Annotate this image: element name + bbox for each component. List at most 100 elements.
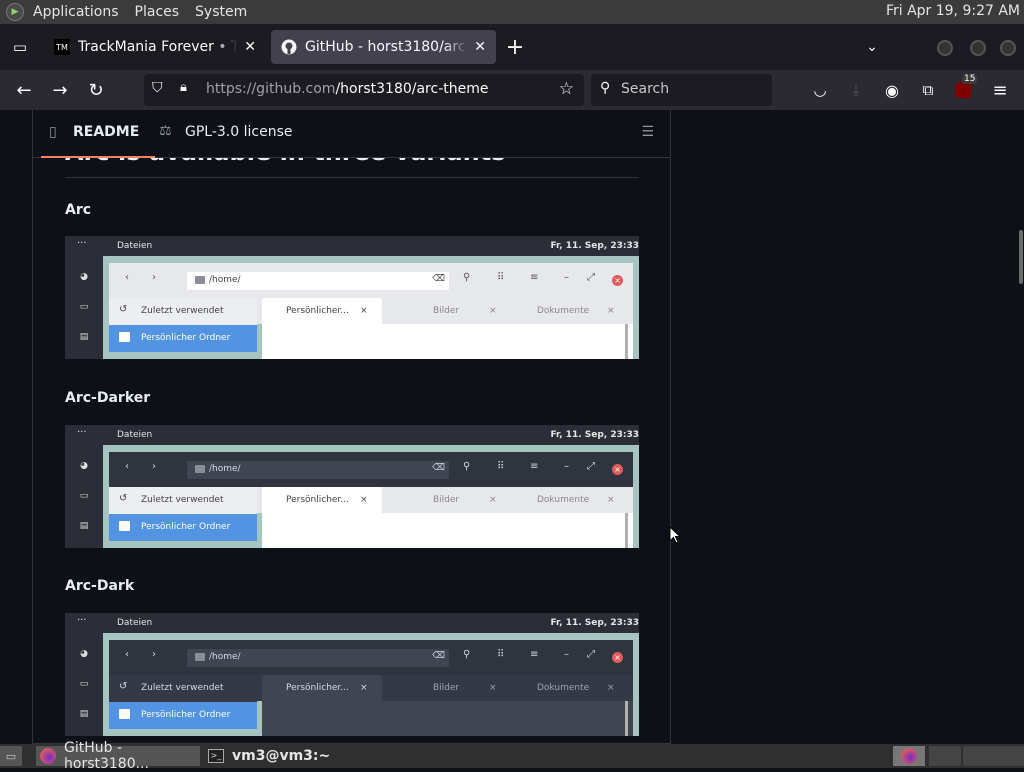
pocket-icon[interactable]: ◡ — [808, 78, 832, 102]
workspace-3[interactable] — [963, 746, 1024, 766]
variant-heading-arc-darker: Arc-Darker — [65, 390, 151, 406]
grid-view-icon: ⠿ — [497, 461, 505, 472]
file-tab-bilder: Bilder × — [433, 495, 497, 505]
close-tab-icon[interactable]: ✕ — [244, 39, 256, 55]
back-icon: ‹ — [125, 272, 129, 283]
app-menu-icon[interactable]: ≡ — [988, 78, 1012, 102]
terminal-icon: >_ — [208, 749, 224, 763]
path-text: /home/ — [209, 275, 241, 285]
file-tab-home: Persönlicher... × — [262, 298, 382, 324]
minimize-icon: – — [564, 272, 569, 283]
recent-icon: ↺ — [119, 493, 128, 504]
maximize-icon: ⤢ — [587, 461, 595, 472]
distro-logo-icon[interactable]: ▶ — [6, 3, 24, 21]
close-icon: × — [612, 652, 623, 663]
scrollbar-thumb[interactable] — [1019, 230, 1023, 284]
dock-app-icon: ◕ — [80, 461, 88, 471]
dock-terminal-icon: ▭ — [79, 302, 89, 312]
search-icon: ⚲ — [463, 461, 471, 472]
place-recent: ↺ Zuletzt verwendet — [119, 493, 224, 505]
tab-github[interactable]: GitHub - horst3180/arc-theme ✕ — [271, 30, 496, 64]
file-tab-dokumente: Dokumente × — [537, 683, 615, 693]
lock-icon[interactable]: 🔒︎ — [180, 80, 187, 95]
tab-trackmania[interactable]: TM TrackMania Forever • The M ✕ — [44, 30, 266, 64]
dock: ◕ ▭ ▤ — [65, 445, 103, 548]
shield-icon[interactable]: ⛉ — [152, 80, 163, 96]
search-input[interactable]: ⚲ Search — [591, 74, 772, 106]
back-icon: ‹ — [125, 649, 129, 660]
file-manager-window: ‹ › /home/ ⌫ ⚲ ⠿ ≡ – ⤢ × ↺ Zuletzt verwen… — [103, 633, 639, 736]
new-tab-button[interactable]: + — [503, 35, 527, 60]
nav-toolbar: ← → ↻ ⛉ 🔒︎ https://github.com/horst3180/… — [0, 70, 1024, 110]
place-recent: ↺ Zuletzt verwendet — [119, 304, 224, 316]
path-text: /home/ — [209, 464, 241, 474]
file-view — [262, 513, 633, 548]
grid-view-icon: ⠿ — [497, 272, 505, 283]
window-maximize-icon[interactable] — [970, 40, 986, 56]
close-icon: × — [612, 275, 623, 286]
law-icon: ⚖ — [159, 123, 172, 139]
taskbar-item-firefox[interactable]: GitHub - horst3180... — [36, 740, 200, 772]
workspace-switcher[interactable] — [893, 746, 925, 766]
book-icon: ▯ — [49, 124, 57, 140]
search-placeholder: Search — [621, 81, 670, 97]
recent-icon: ↺ — [119, 304, 128, 315]
taskbar-label: GitHub - horst3180... — [64, 740, 149, 772]
place-home: Persönlicher Ordner — [109, 514, 257, 541]
file-tab-dokumente: Dokumente × — [537, 306, 615, 316]
ublock-icon[interactable]: 15 — [952, 74, 978, 102]
applications-menu[interactable]: Applications — [33, 4, 119, 20]
places-menu[interactable]: Places — [135, 4, 180, 20]
extensions-icon[interactable]: ⧉ — [916, 78, 940, 102]
activities-dots: ··· — [77, 427, 87, 438]
dock-files-icon: ▤ — [79, 521, 89, 531]
workspace-2[interactable] — [929, 746, 961, 766]
variant-heading-arc: Arc — [65, 202, 92, 218]
file-view-scrollbar — [625, 513, 628, 548]
tab-bar: ▭ TM TrackMania Forever • The M ✕ GitHub… — [0, 24, 1024, 70]
show-desktop-icon[interactable]: ▭ — [0, 746, 22, 766]
close-tab-icon[interactable]: ✕ — [474, 39, 486, 55]
account-icon[interactable]: ◉ — [880, 78, 904, 102]
screenshot-arc-dark[interactable]: ··· Dateien Fr, 11. Sep, 23:33 ◕ ▭ ▤ ‹ ›… — [65, 613, 639, 736]
app-label: Dateien — [117, 430, 153, 440]
headerbar: ‹ › /home/ ⌫ ⚲ ⠿ ≡ – ⤢ × — [109, 263, 633, 298]
gnome-topbar: ··· Dateien Fr, 11. Sep, 23:33 — [65, 425, 639, 445]
forward-icon: › — [152, 649, 156, 660]
outline-list-icon[interactable]: ☰ — [641, 124, 654, 140]
tab-readme[interactable]: README — [73, 124, 139, 140]
forward-icon[interactable]: → — [48, 78, 72, 102]
places-sidebar: ↺ Zuletzt verwendet Persönlicher Ordner — [109, 298, 257, 352]
window-minimize-icon[interactable] — [937, 40, 953, 56]
active-tab-underline — [41, 156, 155, 158]
back-icon[interactable]: ← — [12, 78, 36, 102]
maximize-icon: ⤢ — [587, 272, 595, 283]
file-manager-window: ‹ › /home/ ⌫ ⚲ ⠿ ≡ – ⤢ × ↺ Zuletzt verwen… — [103, 445, 639, 548]
close-icon: × — [612, 464, 623, 475]
firefox-view-icon[interactable]: ▭ — [8, 35, 32, 59]
menu-icon: ≡ — [530, 461, 539, 472]
taskbar: ▭ GitHub - horst3180... >_ vm3@vm3:~ — [0, 740, 1024, 772]
clear-icon: ⌫ — [432, 651, 445, 661]
panel-clock[interactable]: Fri Apr 19, 9:27 AM — [886, 3, 1020, 19]
heading-divider — [65, 177, 639, 178]
reload-icon[interactable]: ↻ — [84, 78, 108, 102]
window-close-icon[interactable] — [1000, 40, 1016, 56]
screenshot-arc[interactable]: ··· Dateien Fr, 11. Sep, 23:33 ◕ ▭ ▤ ‹ ›… — [65, 236, 639, 359]
list-all-tabs-icon[interactable]: ⌄ — [860, 35, 884, 59]
page-scrollbar[interactable] — [1018, 110, 1024, 744]
tab-license[interactable]: GPL-3.0 license — [185, 124, 292, 140]
top-panel: ▶ Applications Places System Fri Apr 19,… — [0, 0, 1024, 24]
bookmark-star-icon[interactable]: ☆ — [559, 79, 574, 99]
menu-icon: ≡ — [530, 649, 539, 660]
clear-icon: ⌫ — [432, 274, 445, 284]
url-bar[interactable]: ⛉ 🔒︎ https://github.com/horst3180/arc-th… — [144, 74, 584, 106]
forward-icon: › — [152, 272, 156, 283]
downloads-icon[interactable]: ⤓ — [844, 78, 868, 102]
file-manager-window: ‹ › /home/ ⌫ ⚲ ⠿ ≡ – ⤢ × ↺ Zuletzt verwen… — [103, 256, 639, 359]
taskbar-item-terminal[interactable]: >_ vm3@vm3:~ — [204, 746, 334, 766]
screenshot-arc-darker[interactable]: ··· Dateien Fr, 11. Sep, 23:33 ◕ ▭ ▤ ‹ ›… — [65, 425, 639, 548]
system-menu[interactable]: System — [195, 4, 247, 20]
places-sidebar: ↺ Zuletzt verwendet Persönlicher Ordner — [109, 675, 257, 729]
file-view-scrollbar — [625, 324, 628, 359]
